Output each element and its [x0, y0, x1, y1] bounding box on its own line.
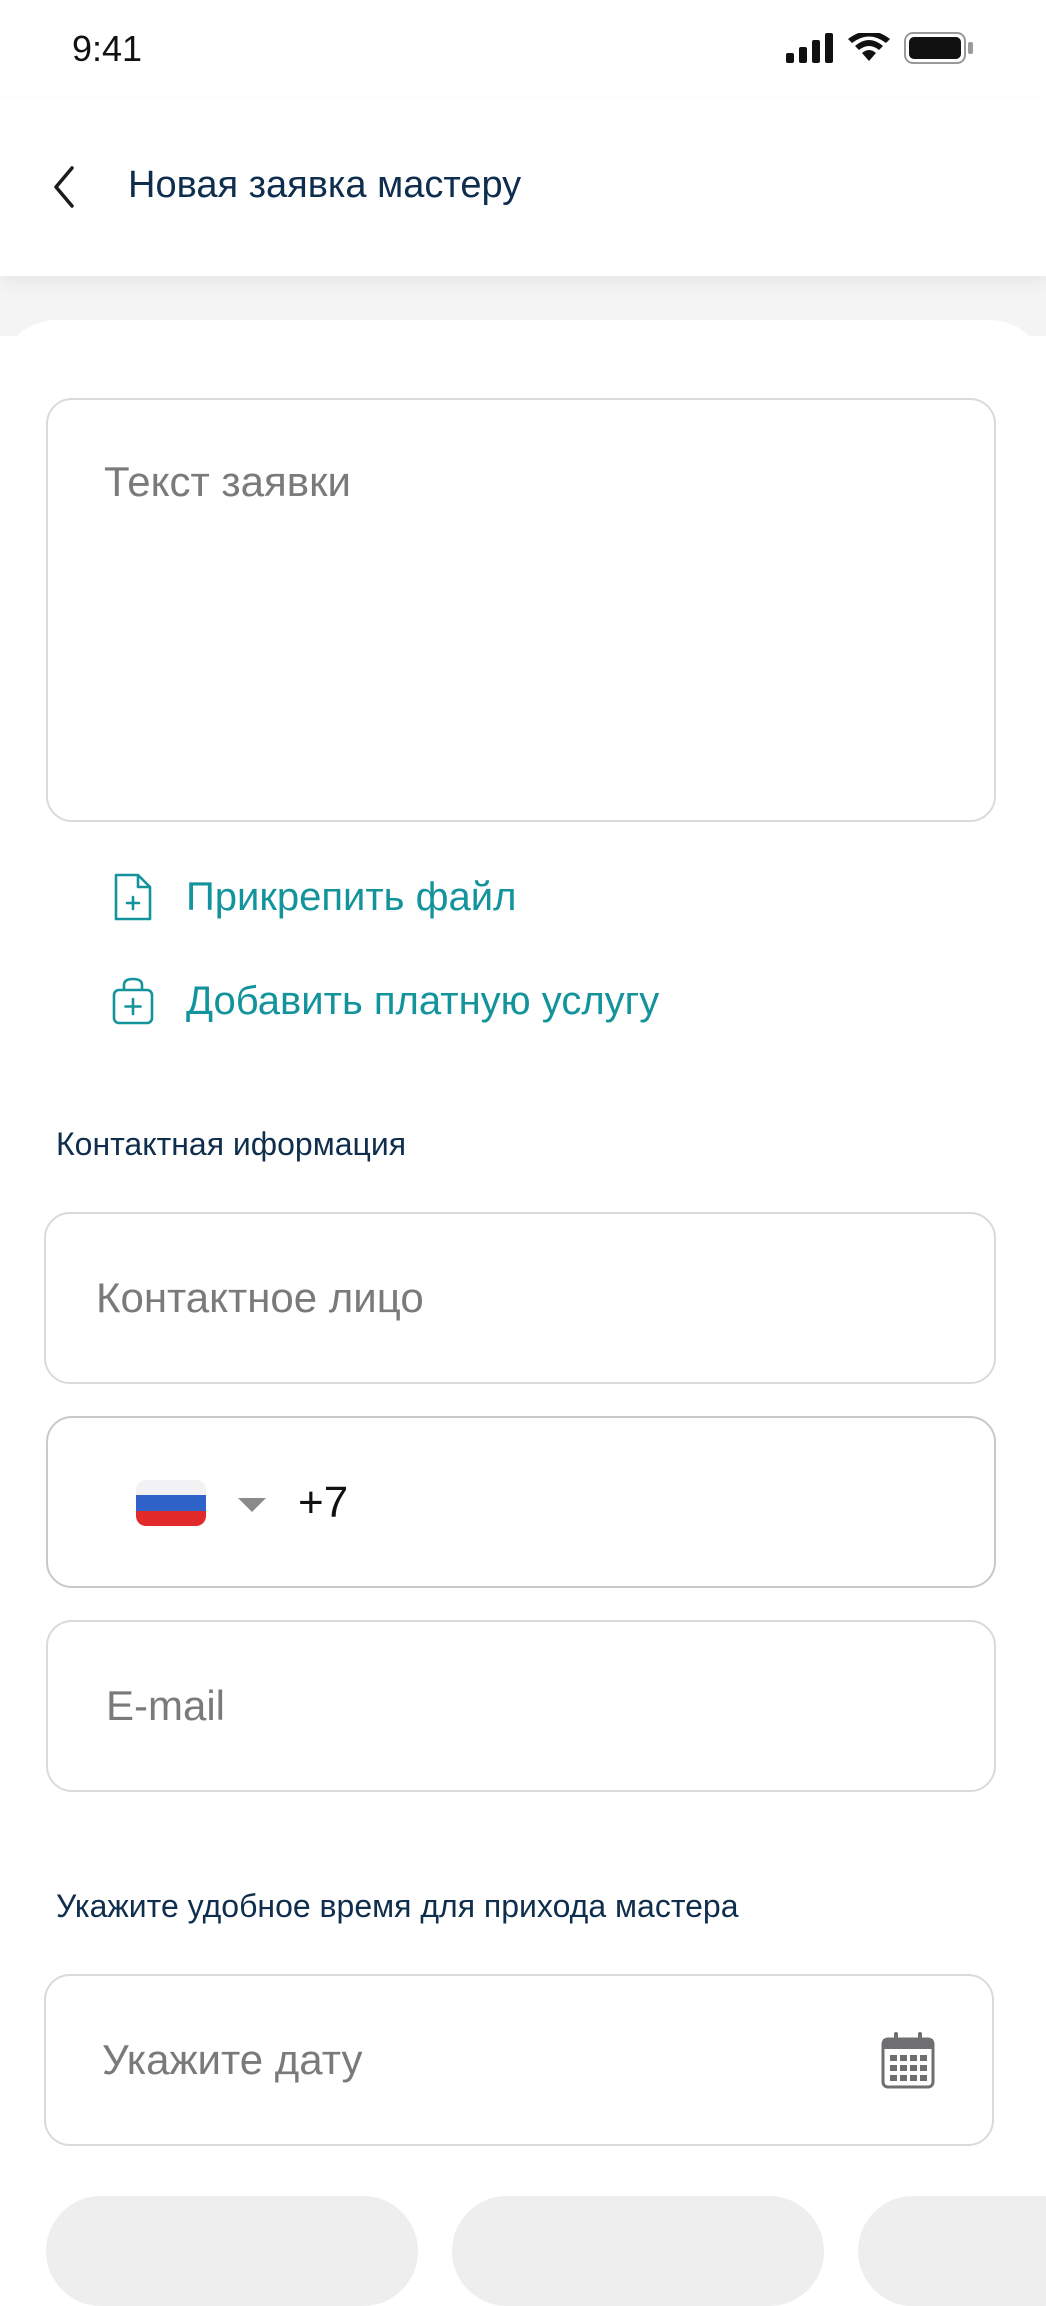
add-paid-service-button[interactable]: Добавить платную услугу [110, 976, 659, 1026]
signal-icon [786, 33, 833, 63]
contact-name-placeholder: Контактное лицо [96, 1274, 424, 1321]
wifi-icon [848, 33, 890, 61]
attach-file-button[interactable]: Прикрепить файл [110, 872, 516, 922]
contact-section-title: Контактная иформация [56, 1126, 407, 1162]
calendar-icon[interactable] [880, 2030, 936, 2090]
time-slot-chip[interactable] [858, 2196, 1046, 2306]
request-text-field[interactable]: Текст заявки [46, 398, 996, 822]
file-plus-icon [114, 873, 152, 921]
date-field[interactable]: Укажите дату [44, 1974, 994, 2146]
phone-field[interactable]: +7 [46, 1416, 996, 1588]
time-slot-chip[interactable] [452, 2196, 824, 2306]
status-bar: 9:41 [0, 0, 1046, 100]
date-placeholder: Укажите дату [102, 2036, 363, 2083]
phone-country-code: +7 [298, 1478, 349, 1527]
status-time: 9:41 [72, 28, 143, 69]
request-text-placeholder: Текст заявки [104, 458, 351, 505]
form-sheet: Текст заявки Прикрепить файл Добавить пл… [0, 320, 1046, 2234]
header-bar: Новая заявка мастеру [0, 100, 1046, 276]
schedule-section-title: Укажите удобное время для прихода мастер… [56, 1888, 739, 1924]
email-field[interactable]: E-mail [46, 1620, 996, 1792]
contact-name-field[interactable]: Контактное лицо [44, 1212, 996, 1384]
page-title: Новая заявка мастеру [128, 164, 522, 206]
back-chevron-icon[interactable] [46, 162, 82, 212]
add-paid-service-label: Добавить платную услугу [186, 978, 660, 1023]
attach-file-label: Прикрепить файл [186, 874, 517, 919]
battery-icon [904, 32, 973, 64]
dropdown-caret-icon[interactable] [238, 1498, 266, 1512]
bag-plus-icon [112, 977, 154, 1025]
time-slot-chip[interactable] [46, 2196, 418, 2306]
status-icons [786, 32, 974, 64]
email-placeholder: E-mail [106, 1682, 226, 1729]
russia-flag-icon[interactable] [136, 1480, 206, 1526]
